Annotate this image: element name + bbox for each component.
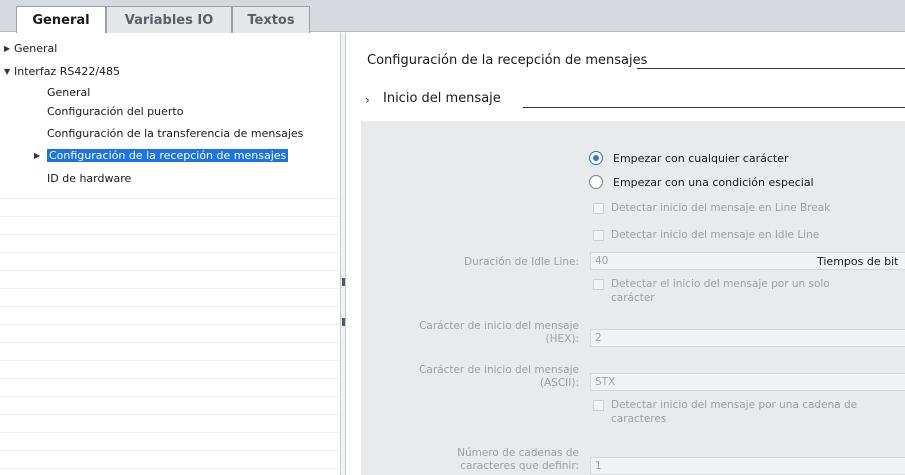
checkbox-char-string[interactable]: Detectar inicio del mensaje por una cade…: [593, 398, 857, 426]
tab-bar: General Variables IO Textos: [0, 0, 905, 34]
checkbox-label: Detectar inicio del mensaje en Line Brea…: [611, 202, 831, 214]
subsection-title-rule: [523, 107, 905, 108]
num-strings-input[interactable]: 1: [590, 457, 905, 475]
tree-item-label: General: [47, 85, 91, 99]
checkbox-box[interactable]: [593, 230, 604, 241]
checkbox-label: Detectar el inicio del mensaje por un so…: [611, 278, 830, 304]
checkbox-line-break[interactable]: Detectar inicio del mensaje en Line Brea…: [593, 201, 830, 215]
tab-general[interactable]: General: [16, 6, 106, 34]
expand-arrow-icon[interactable]: ▶: [4, 44, 14, 53]
tree-row-divider: [0, 360, 340, 361]
checkbox-idle-line[interactable]: Detectar inicio del mensaje en Idle Line: [593, 228, 819, 242]
tree-row-divider: [0, 414, 340, 415]
properties-pane: Configuración de la recepción de mensaje…: [347, 33, 905, 475]
tree-item-general-sub[interactable]: General: [47, 83, 90, 101]
checkbox-label: Detectar inicio del mensaje por una cade…: [611, 399, 858, 425]
start-char-ascii-label: Carácter de inicio del mensaje (ASCII):: [419, 364, 579, 389]
section-title: Configuración de la recepción de mensaje…: [367, 53, 648, 68]
tree-row-divider: [0, 378, 340, 379]
tab-variables-io[interactable]: Variables IO: [106, 6, 232, 33]
radio-selected-icon[interactable]: [589, 151, 603, 165]
pane-splitter[interactable]: [340, 33, 346, 475]
splitter-collapse-left-icon[interactable]: [342, 278, 345, 286]
expand-arrow-icon[interactable]: ▶: [34, 151, 47, 160]
tree-item-label: Interfaz RS422/485: [14, 64, 121, 78]
checkbox-box[interactable]: [593, 203, 604, 214]
checkbox-single-char[interactable]: Detectar el inicio del mensaje por un so…: [593, 277, 830, 305]
checkbox-box[interactable]: [593, 279, 604, 290]
chevron-right-icon[interactable]: ›: [365, 93, 370, 107]
radio-unselected-icon[interactable]: [589, 175, 603, 189]
tree-row-divider: [0, 324, 340, 325]
subsection-title: Inicio del mensaje: [383, 91, 501, 106]
tree-row-divider: [0, 198, 340, 199]
tree-item-configuracion-recepcion[interactable]: ▶ Configuración de la recepción de mensa…: [34, 146, 289, 164]
tree-row-divider: [0, 306, 340, 307]
tree-row-divider: [0, 288, 340, 289]
settings-panel: Empezar con cualquier carácter Empezar c…: [361, 121, 905, 475]
splitter-collapse-right-icon[interactable]: [342, 318, 345, 326]
tree-row-divider: [0, 396, 340, 397]
start-char-hex-label: Carácter de inicio del mensaje (HEX):: [419, 320, 579, 345]
section-title-rule: [637, 68, 905, 69]
start-char-hex-input[interactable]: 2: [590, 329, 905, 347]
tab-textos[interactable]: Textos: [232, 6, 310, 33]
tree-row-divider: [0, 450, 340, 451]
num-strings-label: Número de cadenas de caracteres que defin…: [457, 447, 579, 472]
tree-row-divider: [0, 270, 340, 271]
checkbox-box[interactable]: [593, 400, 604, 411]
navigation-tree: ▶ General ▼ Interfaz RS422/485 General C…: [0, 33, 340, 475]
radio-label: Empezar con una condición especial: [613, 175, 814, 189]
radio-start-special-condition[interactable]: Empezar con una condición especial: [589, 173, 814, 191]
radio-label: Empezar con cualquier carácter: [613, 151, 789, 165]
tree-row-divider: [0, 342, 340, 343]
idle-line-unit: Tiempos de bit: [817, 255, 899, 268]
tree-row-divider: [0, 234, 340, 235]
checkbox-label: Detectar inicio del mensaje en Idle Line: [611, 229, 820, 241]
tree-row-divider: [0, 252, 340, 253]
tree-item-general[interactable]: ▶ General: [4, 39, 57, 57]
tree-item-id-hardware[interactable]: ID de hardware: [47, 169, 131, 187]
idle-line-duration-label: Duración de Idle Line:: [464, 256, 579, 268]
tree-item-configuracion-puerto[interactable]: Configuración del puerto: [47, 102, 183, 120]
tree-item-label: Configuración de la recepción de mensaje…: [47, 148, 289, 162]
tree-row-divider: [0, 468, 340, 469]
collapse-arrow-icon[interactable]: ▼: [4, 67, 14, 76]
tree-item-label: General: [14, 41, 58, 55]
tree-item-label: Configuración de la transferencia de men…: [47, 126, 304, 140]
tree-row-divider: [0, 216, 340, 217]
radio-start-any-char[interactable]: Empezar con cualquier carácter: [589, 149, 789, 167]
tree-item-label: ID de hardware: [47, 171, 132, 185]
tree-item-label: Configuración del puerto: [47, 104, 184, 118]
tree-item-configuracion-transferencia[interactable]: Configuración de la transferencia de men…: [47, 124, 303, 142]
tree-item-interfaz-rs422-485[interactable]: ▼ Interfaz RS422/485: [4, 62, 120, 80]
start-char-ascii-input[interactable]: STX: [590, 373, 905, 391]
tree-row-divider: [0, 432, 340, 433]
